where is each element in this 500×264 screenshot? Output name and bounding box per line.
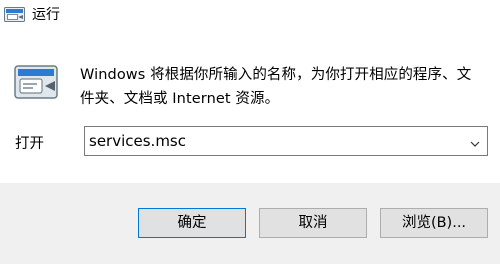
title-bar[interactable]: 运行	[0, 0, 500, 32]
window-title: 运行	[32, 7, 60, 23]
description-text: Windows 将根据你所输入的名称，为你打开相应的程序、文件夹、文档或 Int…	[80, 67, 472, 107]
run-dialog: 运行 Windows 将根据你所输入的名称，为你打开相应的程序、文件夹、文档或 …	[0, 0, 500, 264]
open-input[interactable]	[89, 127, 449, 155]
cancel-button[interactable]: 取消	[259, 208, 367, 238]
chevron-down-icon[interactable]	[469, 135, 481, 147]
ok-button[interactable]: 确定	[138, 208, 246, 238]
run-app-icon	[14, 64, 60, 102]
browse-button[interactable]: 浏览(B)...	[380, 208, 488, 238]
run-app-icon	[4, 6, 26, 24]
open-label: 打开	[15, 136, 44, 152]
open-combobox[interactable]	[84, 126, 488, 156]
